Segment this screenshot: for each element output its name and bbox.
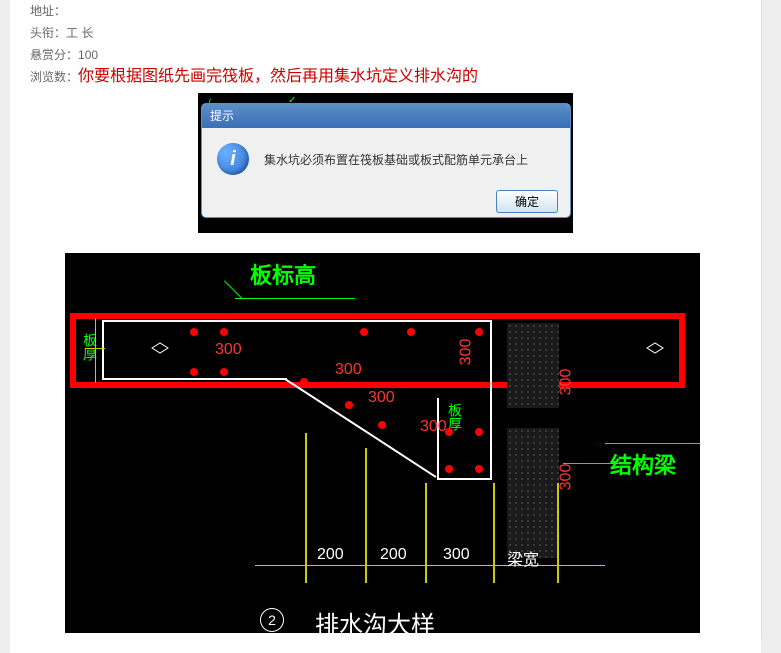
label-thickness-mid: 板厚 bbox=[445, 403, 465, 431]
dim-200-2: 200 bbox=[380, 546, 407, 564]
section-number: 2 bbox=[260, 608, 284, 632]
section-title: 排水沟大样 bbox=[315, 605, 435, 633]
bounty-value: 100 bbox=[78, 44, 98, 66]
label-beam: 结构梁 bbox=[610, 448, 676, 480]
meta-location: 地址： 广州 bbox=[30, 0, 741, 22]
answer-text: 你要根据图纸先画完筏板，然后再用集水坑定义排水沟的 bbox=[78, 66, 478, 88]
dialog-title: 提示 bbox=[202, 104, 570, 128]
dim-300-7: 300 bbox=[557, 464, 575, 491]
dialog-box: 提示 i 集水坑必须布置在筏板基础或板式配筋单元承台上 确定 bbox=[201, 103, 571, 218]
meta-views: 浏览数： 你要根据图纸先画完筏板，然后再用集水坑定义排水沟的 bbox=[30, 66, 741, 88]
dim-300-bottom: 300 bbox=[443, 546, 470, 564]
dim-300-1: 300 bbox=[215, 341, 242, 359]
bounty-label: 悬赏分： bbox=[30, 44, 78, 66]
beam-section-1 bbox=[507, 323, 559, 408]
meta-info: 地址： 广州 头衔： 工 长 悬赏分： 100 浏览数： 你要根据图纸先画完筏板… bbox=[30, 0, 741, 88]
label-beam-width: 梁宽 bbox=[507, 546, 539, 570]
dim-300-6: 300 bbox=[557, 369, 575, 396]
title-label: 头衔： bbox=[30, 22, 66, 44]
dialog-screenshot: / ✓ ✓ / 提示 i 集水坑必须布置在筏板基础或板式配筋单元承台上 确定 bbox=[30, 93, 741, 233]
ok-button[interactable]: 确定 bbox=[496, 190, 558, 213]
sidebar-right bbox=[761, 0, 781, 639]
dim-300-4: 300 bbox=[420, 418, 447, 436]
dim-200-1: 200 bbox=[317, 546, 344, 564]
dim-300-2: 300 bbox=[335, 361, 362, 379]
content-area: 地址： 广州 头衔： 工 长 悬赏分： 100 浏览数： 你要根据图纸先画完筏板… bbox=[10, 0, 761, 653]
views-label: 浏览数： bbox=[30, 66, 78, 88]
beam-section-2 bbox=[507, 428, 559, 558]
location-label: 地址： bbox=[30, 0, 66, 22]
cad-drawing: 板标高 板厚 板厚 300 300 300 300 300 30 bbox=[65, 253, 700, 633]
dim-300-5: 300 bbox=[457, 339, 475, 366]
dialog-message: 集水坑必须布置在筏板基础或板式配筋单元承台上 bbox=[264, 151, 528, 168]
title-value: 工 长 bbox=[66, 22, 93, 44]
info-icon: i bbox=[217, 143, 249, 175]
label-thickness-left: 板厚 bbox=[80, 333, 100, 361]
dim-300-3: 300 bbox=[368, 389, 395, 407]
label-slab-elevation: 板标高 bbox=[250, 258, 316, 290]
meta-bounty: 悬赏分： 100 bbox=[30, 44, 741, 66]
meta-title: 头衔： 工 长 bbox=[30, 22, 741, 44]
